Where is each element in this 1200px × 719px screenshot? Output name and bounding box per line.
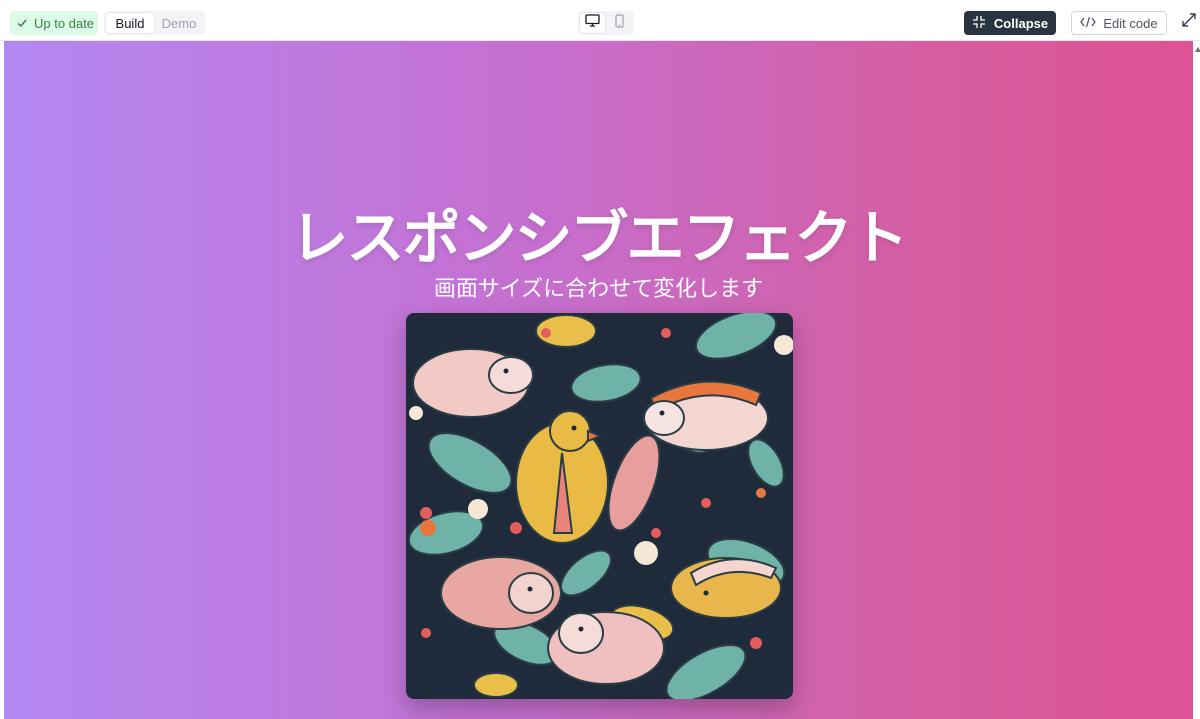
collapse-icon	[972, 15, 986, 32]
demo-tab[interactable]: Demo	[156, 13, 202, 33]
toolbar: Up to date Build Demo Collapse Edit code	[0, 0, 1200, 41]
check-icon	[16, 17, 28, 29]
status-label: Up to date	[34, 15, 94, 31]
build-tab[interactable]: Build	[106, 13, 154, 33]
hero-illustration	[406, 313, 793, 699]
edit-code-button[interactable]: Edit code	[1071, 11, 1167, 35]
hero-title: レスポンシブエフェクト	[290, 206, 908, 271]
mode-switch: Build Demo	[104, 11, 205, 35]
scrollbar[interactable]	[1193, 41, 1200, 719]
collapse-label: Collapse	[993, 15, 1049, 31]
device-toggle	[578, 11, 634, 35]
edit-code-label: Edit code	[1103, 15, 1158, 31]
preview-pane: レスポンシブエフェクト 画面サイズに合わせて変化します	[4, 41, 1193, 719]
hero-subtitle: 画面サイズに合わせて変化します	[433, 276, 764, 301]
expand-icon	[1181, 12, 1197, 33]
expand-button[interactable]	[1180, 12, 1198, 33]
collapse-button[interactable]: Collapse	[964, 11, 1056, 35]
mobile-icon	[615, 13, 624, 33]
code-icon	[1080, 16, 1097, 31]
desktop-icon	[585, 14, 600, 32]
mobile-view-button[interactable]	[607, 13, 632, 33]
desktop-view-button[interactable]	[580, 13, 605, 33]
status-badge: Up to date	[10, 11, 98, 35]
scroll-up-arrow-icon[interactable]	[1195, 47, 1200, 52]
